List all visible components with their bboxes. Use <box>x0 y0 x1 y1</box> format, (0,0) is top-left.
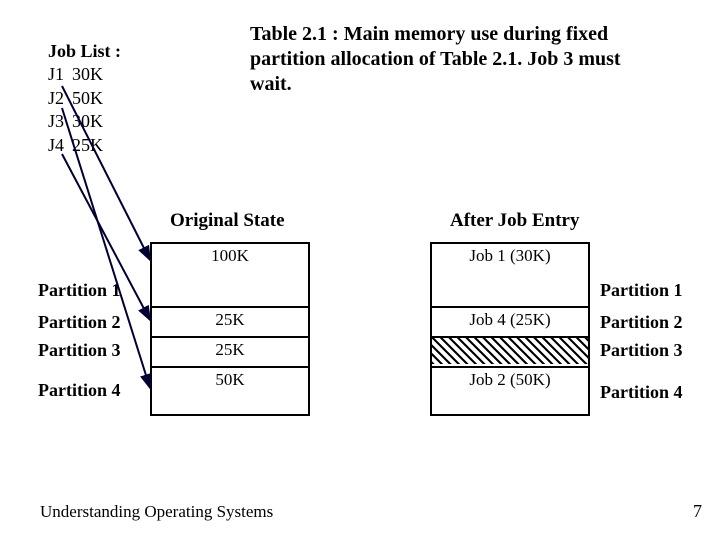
job-size: 30K <box>72 63 111 86</box>
partition-cell: 25K <box>152 308 308 338</box>
partition-label: Partition 2 <box>38 312 121 333</box>
memory-after: Job 1 (30K) Job 4 (25K) Job 2 (50K) <box>430 242 590 416</box>
partition-label: Partition 2 <box>600 312 683 333</box>
footer-text: Understanding Operating Systems <box>40 502 273 522</box>
partition-label: Partition 4 <box>600 382 683 403</box>
partition-cell: Job 4 (25K) <box>432 308 588 338</box>
partition-label: Partition 4 <box>38 380 121 401</box>
partition-label: Partition 3 <box>600 340 683 361</box>
job-size: 30K <box>72 110 111 133</box>
job-size: 25K <box>72 134 111 157</box>
job-list-header: Job List : <box>48 40 121 63</box>
partition-cell: Job 1 (30K) <box>432 244 588 308</box>
table-caption: Table 2.1 : Main memory use during fixed… <box>250 22 630 97</box>
job-name: J3 <box>48 110 72 133</box>
partition-label: Partition 1 <box>600 280 683 301</box>
partition-cell: 50K <box>152 368 308 414</box>
memory-original: 100K 25K 25K 50K <box>150 242 310 416</box>
job-name: J2 <box>48 87 72 110</box>
job-name: J4 <box>48 134 72 157</box>
job-name: J1 <box>48 63 72 86</box>
partition-label: Partition 3 <box>38 340 121 361</box>
partition-cell: Job 2 (50K) <box>432 368 588 414</box>
column-header-original: Original State <box>170 210 285 232</box>
hatched-unused-partition <box>432 338 588 364</box>
partition-cell: 100K <box>152 244 308 308</box>
partition-label: Partition 1 <box>38 280 121 301</box>
job-list: Job List : J130K J250K J330K J425K <box>48 40 121 157</box>
page-number: 7 <box>693 501 702 522</box>
job-size: 50K <box>72 87 111 110</box>
job-list-table: J130K J250K J330K J425K <box>48 63 111 157</box>
partition-cell: 25K <box>152 338 308 368</box>
column-header-after: After Job Entry <box>450 210 579 232</box>
